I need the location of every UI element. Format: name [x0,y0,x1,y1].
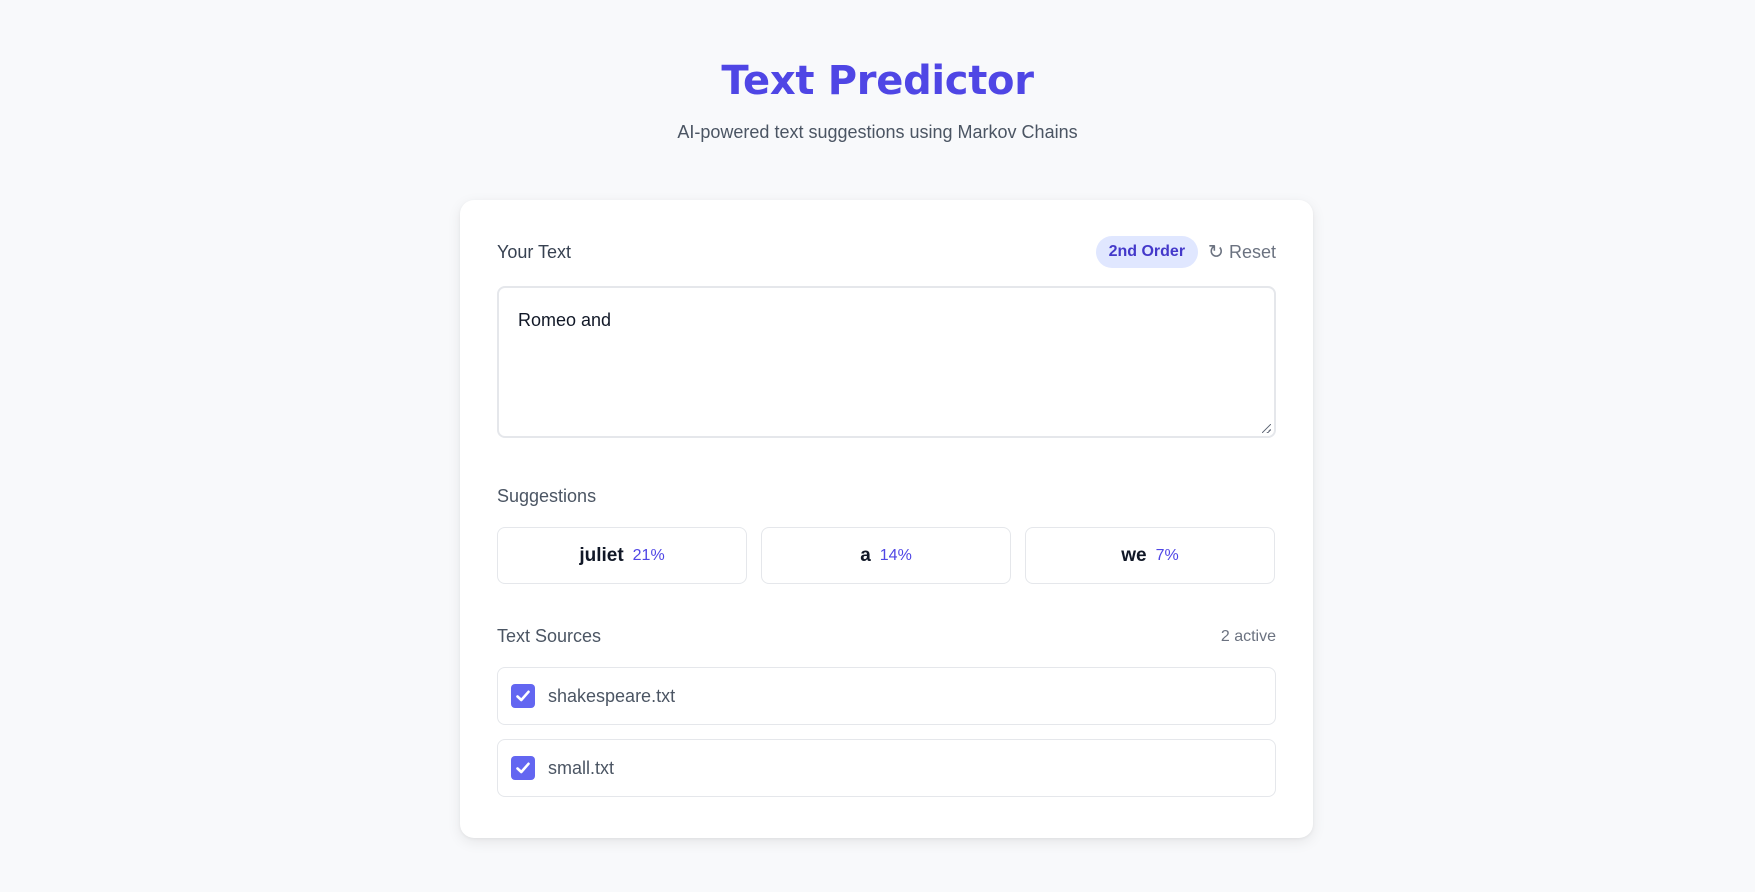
suggestion-probability: 7% [1155,546,1179,564]
source-item[interactable]: shakespeare.txt [497,667,1276,725]
source-checkbox[interactable] [511,756,535,780]
page-header: Text Predictor AI-powered text suggestio… [0,0,1755,144]
suggestions-list: juliet 21% a 14% we 7% [497,527,1276,584]
editor-header: Your Text 2nd Order ↻ Reset [497,236,1276,268]
reset-button[interactable]: ↻ Reset [1208,241,1276,264]
page-subtitle: AI-powered text suggestions using Markov… [677,122,1078,142]
source-name: shakespeare.txt [548,685,676,706]
checkmark-icon [516,762,530,774]
suggestion-word: a [860,544,871,566]
reset-label: Reset [1228,241,1276,262]
suggestion-word: we [1121,544,1147,566]
page-title: Text Predictor [721,58,1034,104]
suggestions-label: Suggestions [497,486,597,506]
editor-controls: 2nd Order ↻ Reset [1095,236,1276,268]
source-name: small.txt [548,757,615,778]
source-item[interactable]: small.txt [497,739,1276,797]
text-sources-label: Text Sources [497,626,602,646]
suggestion-button[interactable]: a 14% [761,527,1011,584]
source-checkbox[interactable] [511,684,535,708]
refresh-icon: ↻ [1208,241,1224,263]
sources-header: Text Sources 2 active [497,626,1276,647]
text-input-wrapper: Romeo and [497,286,1276,438]
active-sources-count: 2 active [1220,627,1276,645]
suggestion-word: juliet [579,544,624,566]
suggestion-probability: 21% [632,546,665,564]
predictor-card: Your Text 2nd Order ↻ Reset Romeo and Su… [460,200,1313,838]
suggestion-button[interactable]: juliet 21% [497,527,747,584]
checkmark-icon [516,690,530,702]
suggestion-button[interactable]: we 7% [1025,527,1275,584]
sources-list: shakespeare.txt small.txt [497,667,1276,797]
your-text-label: Your Text [497,241,572,262]
suggestion-probability: 14% [879,546,912,564]
resize-handle[interactable] [1262,424,1271,433]
order-badge: 2nd Order [1095,236,1199,268]
text-input[interactable]: Romeo and [499,288,1274,436]
